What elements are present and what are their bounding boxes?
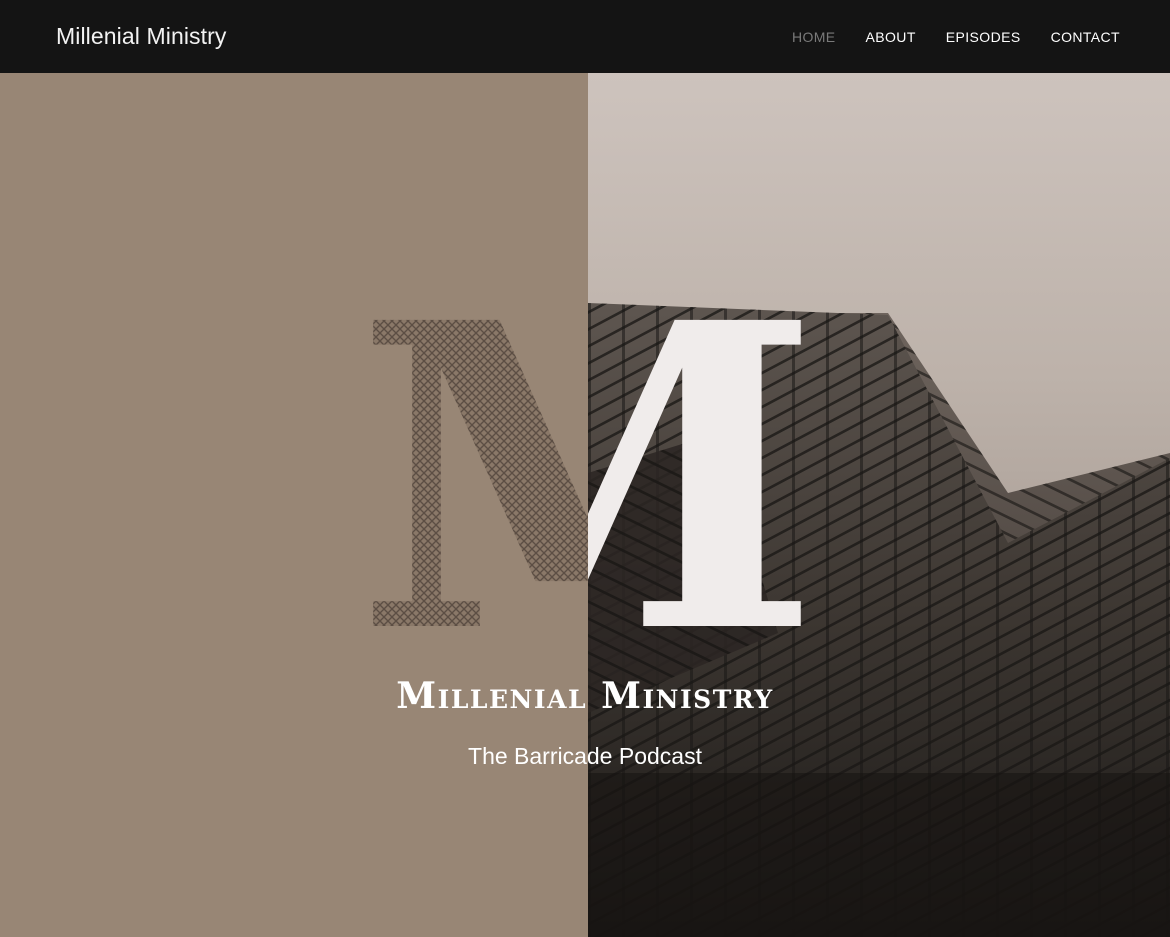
brand-logo-text[interactable]: Millenial Ministry	[56, 23, 227, 50]
nav-link-episodes[interactable]: EPISODES	[946, 29, 1021, 45]
nav-link-contact[interactable]: CONTACT	[1051, 29, 1120, 45]
nav-menu: HOME ABOUT EPISODES CONTACT	[792, 29, 1120, 45]
top-navbar: Millenial Ministry HOME ABOUT EPISODES C…	[0, 0, 1170, 73]
hero-subtitle: The Barricade Podcast	[468, 743, 702, 769]
nav-link-about[interactable]: ABOUT	[866, 29, 916, 45]
hero-building-image	[588, 73, 1170, 937]
nav-link-home[interactable]: HOME	[792, 29, 836, 45]
hero-section: M M Millenial Ministry The Barricade Pod…	[0, 73, 1170, 937]
hero-title: Millenial Ministry	[396, 675, 774, 717]
hero-left-panel	[0, 73, 588, 937]
